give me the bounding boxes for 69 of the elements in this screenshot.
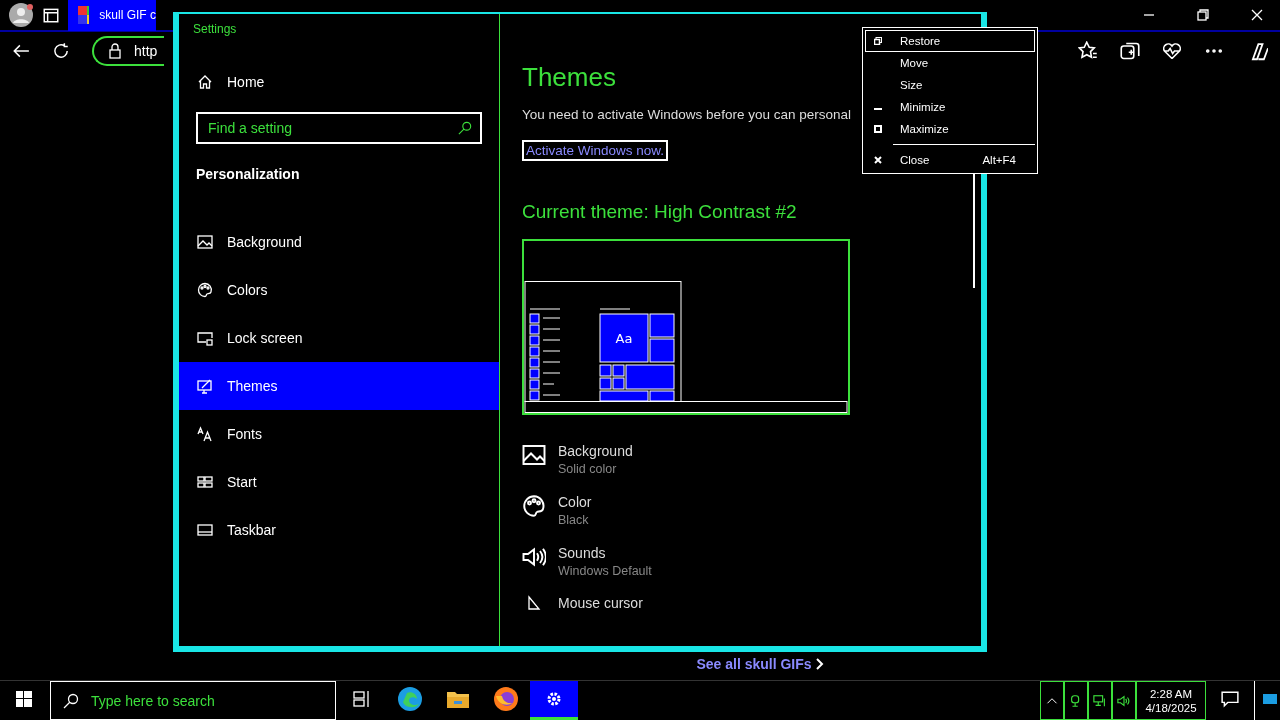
search-field[interactable]: Find a setting xyxy=(196,112,482,144)
nav-item[interactable]: Background xyxy=(179,218,499,266)
edge-icon[interactable] xyxy=(397,686,423,712)
taskbar-app[interactable] xyxy=(530,681,578,720)
palette-icon xyxy=(522,494,546,518)
nav-item[interactable]: Taskbar xyxy=(179,506,499,554)
refresh-icon[interactable] xyxy=(52,42,70,60)
health-icon[interactable] xyxy=(1162,41,1182,61)
close-icon[interactable] xyxy=(1251,9,1263,21)
menu-item[interactable]: Close Alt+F4 xyxy=(865,149,1035,171)
theme-property[interactable]: Background Solid color xyxy=(522,443,981,494)
activation-notice: You need to activate Windows before you can personal xyxy=(522,106,851,122)
taskbar-search[interactable]: Type here to search xyxy=(50,681,336,720)
restore-icon[interactable] xyxy=(1197,9,1209,21)
nav-item[interactable]: Fonts xyxy=(179,410,499,458)
nav-item[interactable]: Start xyxy=(179,458,499,506)
home-link[interactable]: Home xyxy=(179,58,499,106)
chevron-icon xyxy=(815,658,824,670)
palette-icon xyxy=(197,282,213,298)
see-all-link[interactable]: See all skull GIFs xyxy=(696,656,824,672)
picture-icon xyxy=(197,234,213,250)
current-theme-heading: Current theme: High Contrast #2 xyxy=(522,200,797,223)
nav-item[interactable]: Lock screen xyxy=(179,314,499,362)
section-heading: Personalization xyxy=(195,165,301,184)
address-field[interactable]: http xyxy=(92,36,164,66)
theme-property[interactable]: Sounds Windows Default xyxy=(522,544,981,596)
lock-screen-icon xyxy=(197,330,213,346)
menu-item[interactable]: Size xyxy=(865,74,1035,96)
browser-tab[interactable]: skull GIF c xyxy=(68,0,156,31)
maximize-icon xyxy=(874,125,882,133)
menu-item[interactable]: Move xyxy=(865,52,1035,74)
activate-link[interactable]: Activate Windows now. xyxy=(522,139,669,161)
theme-property[interactable]: Color Black xyxy=(522,494,981,545)
close-icon xyxy=(874,156,882,164)
volume-icon[interactable] xyxy=(1117,693,1131,708)
taskbar-icon xyxy=(197,522,213,538)
menu-item[interactable]: Maximize xyxy=(865,118,1035,140)
notification-icon xyxy=(1221,690,1239,708)
menu-item[interactable]: Restore xyxy=(865,30,1035,52)
windows-icon xyxy=(16,691,32,707)
collections-icon[interactable] xyxy=(1120,41,1140,61)
folder-icon[interactable] xyxy=(446,689,470,709)
avatar-icon[interactable] xyxy=(8,2,34,28)
picture-icon xyxy=(522,443,546,468)
gear-icon[interactable] xyxy=(545,690,563,708)
gif-thumbnail-icon xyxy=(78,6,90,24)
desktop-icon xyxy=(1263,694,1277,704)
nav-item[interactable]: Colors xyxy=(179,266,499,314)
back-icon[interactable] xyxy=(12,42,30,60)
theme-property[interactable]: Mouse cursor xyxy=(522,595,981,646)
home-icon xyxy=(197,74,213,90)
window-title: Settings xyxy=(192,21,238,38)
fonts-icon xyxy=(197,426,213,442)
nav-item[interactable]: Themes xyxy=(179,362,499,410)
firefox-icon[interactable] xyxy=(493,686,519,712)
tab-actions-icon xyxy=(42,6,60,24)
page-title: Themes xyxy=(522,62,616,94)
search-icon xyxy=(458,121,472,135)
themes-icon xyxy=(197,378,213,394)
font-sample: Aa xyxy=(615,330,633,346)
favorites-icon[interactable] xyxy=(1078,41,1098,61)
network-icon[interactable] xyxy=(1093,693,1107,708)
restore-icon xyxy=(874,37,882,45)
search-icon xyxy=(63,692,79,709)
menu-item[interactable]: Minimize xyxy=(865,96,1035,118)
start-icon xyxy=(197,474,213,490)
lock-icon xyxy=(108,43,122,59)
task-view-icon xyxy=(352,689,372,709)
clock[interactable]: 2:28 AM 4/18/2025 xyxy=(1136,681,1206,720)
